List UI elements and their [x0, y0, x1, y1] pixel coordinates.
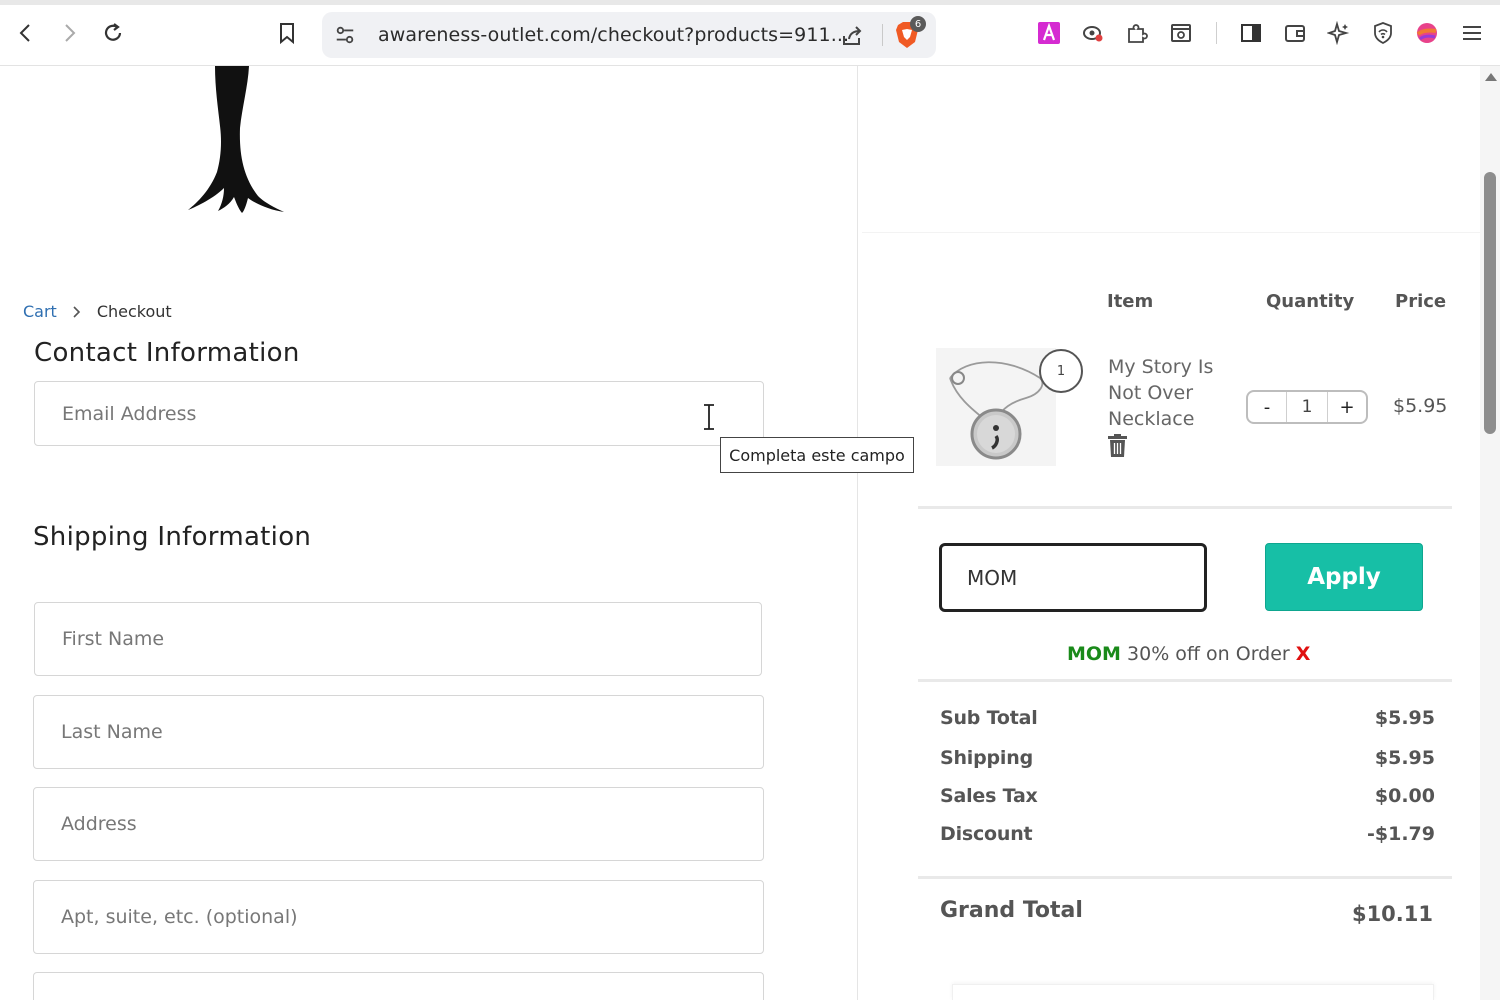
email-field[interactable]: [34, 381, 764, 446]
discount-label: Discount: [940, 823, 1033, 845]
city-field-partial[interactable]: [33, 972, 764, 1000]
decrease-quantity-button[interactable]: -: [1248, 392, 1286, 422]
price-column-header: Price: [1395, 291, 1447, 312]
increase-quantity-button[interactable]: +: [1328, 392, 1366, 422]
sidebar-icon: [1241, 24, 1261, 42]
url-separator: [882, 24, 883, 46]
quantity-stepper: - 1 +: [1246, 390, 1368, 424]
extension-eye-button[interactable]: [1076, 16, 1110, 50]
breadcrumb-current: Checkout: [96, 302, 172, 321]
bookmark-button[interactable]: [270, 16, 304, 50]
browser-toolbar: awareness-outlet.com/checkout?products=9…: [0, 0, 1500, 66]
applied-coupon-note: MOM 30% off on Order X: [1067, 643, 1310, 665]
chevron-right-icon: [71, 305, 83, 318]
shipping-label: Shipping: [940, 747, 1033, 769]
leo-ai-button[interactable]: [1322, 16, 1356, 50]
eye-extension-icon: [1083, 26, 1103, 42]
item-price: $5.95: [1393, 395, 1448, 417]
summary-top-separator: [862, 232, 1480, 233]
site-settings-icon[interactable]: [332, 22, 358, 48]
quantity-column-header: Quantity: [1266, 291, 1355, 312]
vpn-button[interactable]: [1366, 16, 1400, 50]
column-divider: [857, 66, 858, 1000]
wallet-button[interactable]: [1278, 16, 1312, 50]
extension-a-button[interactable]: [1032, 16, 1066, 50]
item-column-header: Item: [1107, 291, 1154, 312]
breadcrumb: Cart Checkout: [23, 302, 172, 321]
product-image: [936, 348, 1056, 466]
scrollbar-thumb[interactable]: [1484, 172, 1496, 434]
first-name-field[interactable]: [34, 602, 762, 676]
coupon-separator: [918, 679, 1452, 682]
vpn-shield-icon: [1374, 22, 1392, 45]
forward-icon: [65, 24, 76, 42]
apply-coupon-button[interactable]: Apply: [1265, 543, 1423, 611]
rewards-button[interactable]: [1410, 16, 1444, 50]
puzzle-icon: [1128, 24, 1148, 43]
hamburger-icon: [1463, 26, 1481, 40]
sparkle-icon: [1327, 21, 1350, 45]
scroll-up-arrow-icon[interactable]: [1485, 73, 1497, 81]
applied-coupon-description: 30% off on Order: [1127, 643, 1290, 665]
shield-count-badge: 6: [910, 16, 926, 32]
reader-icon: [1171, 24, 1191, 42]
share-icon[interactable]: [838, 22, 866, 50]
forward-button[interactable]: [52, 16, 86, 50]
text-cursor-icon: [704, 404, 714, 430]
remove-coupon-button[interactable]: X: [1296, 643, 1311, 665]
menu-button[interactable]: [1455, 16, 1489, 50]
apt-suite-field[interactable]: [33, 880, 764, 954]
contact-information-title: Contact Information: [34, 338, 300, 368]
summary-separator: [918, 876, 1452, 879]
sales-tax-label: Sales Tax: [940, 785, 1038, 807]
cart-separator: [918, 506, 1452, 509]
order-summary-panel: [858, 66, 1480, 1000]
sidebar-button[interactable]: [1234, 16, 1268, 50]
rewards-icon: [1416, 23, 1437, 43]
reader-mode-button[interactable]: [1164, 16, 1198, 50]
extensions-button[interactable]: [1120, 16, 1154, 50]
grand-total-label: Grand Total: [940, 898, 1083, 923]
back-icon: [19, 24, 30, 42]
validation-tooltip: Completa este campo: [720, 437, 914, 473]
grand-total-value: $10.11: [1351, 902, 1433, 926]
item-name: My Story Is Not Over Necklace: [1108, 356, 1214, 430]
extension-a-icon: [1038, 22, 1060, 44]
toolbar-separator: [1216, 22, 1217, 44]
coupon-code-input[interactable]: [939, 543, 1207, 612]
shipping-value: $5.95: [1374, 747, 1435, 769]
payment-section-edge: [952, 984, 1434, 1000]
address-field[interactable]: [33, 787, 764, 861]
last-name-field[interactable]: [33, 695, 764, 769]
breadcrumb-cart-link[interactable]: Cart: [23, 302, 57, 321]
discount-value: -$1.79: [1367, 823, 1435, 845]
wallet-icon: [1285, 25, 1305, 42]
subtotal-label: Sub Total: [940, 707, 1038, 729]
reload-icon: [104, 23, 122, 41]
semicolon-logo: [188, 66, 284, 213]
quantity-value[interactable]: 1: [1286, 392, 1328, 422]
reload-button[interactable]: [96, 16, 130, 50]
trash-icon[interactable]: [1107, 434, 1128, 458]
item-count-badge: 1: [1039, 349, 1083, 393]
sales-tax-value: $0.00: [1374, 785, 1435, 807]
url-text[interactable]: awareness-outlet.com/checkout?products=9…: [378, 24, 849, 46]
applied-coupon-code: MOM: [1067, 643, 1121, 665]
bookmark-icon: [280, 23, 294, 45]
tab-strip-edge: [0, 0, 1500, 5]
shipping-information-title: Shipping Information: [33, 522, 312, 552]
back-button[interactable]: [9, 16, 43, 50]
subtotal-value: $5.95: [1374, 707, 1435, 729]
address-bar[interactable]: awareness-outlet.com/checkout?products=9…: [322, 12, 936, 58]
